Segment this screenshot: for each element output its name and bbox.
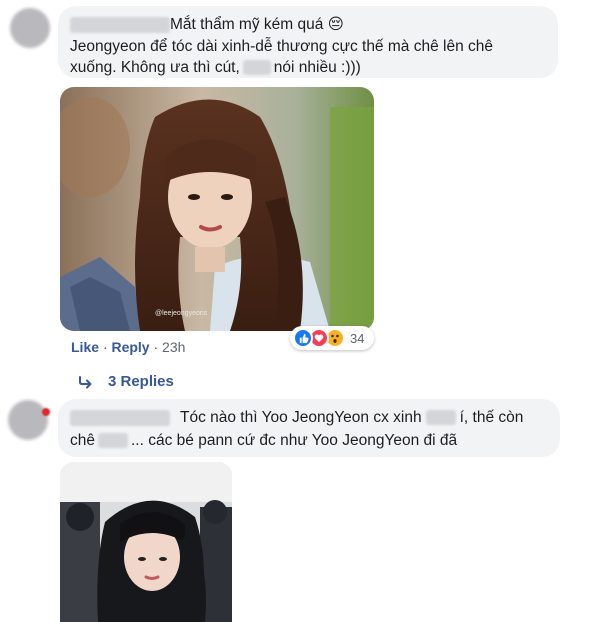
like-icon — [293, 328, 313, 348]
comment-text-part: ... các bé pann cứ đc như Yoo JeongYeon … — [131, 432, 458, 449]
replies-count-label[interactable]: 3 Replies — [108, 373, 174, 390]
comment-text-part: Tóc nào thì Yoo JeongYeon cx xinh — [180, 409, 422, 426]
commenter-avatar[interactable] — [10, 8, 50, 48]
photo-watermark: @leejeongyeons — [155, 310, 208, 317]
comment-photo[interactable]: @leejeongyeons — [60, 87, 374, 331]
comment-line-2: chê ... các bé pann cứ đc như Yoo JeongYe… — [70, 430, 457, 451]
redacted-word — [98, 433, 128, 449]
comment-text-part: í, thế còn — [459, 409, 524, 426]
avatar-badge — [42, 408, 50, 416]
redacted-commenter-name[interactable] — [70, 409, 170, 426]
comment-text: Mắt thẩm mỹ kém quá 😔 — [170, 16, 344, 33]
commenter-avatar[interactable] — [8, 400, 48, 440]
reaction-count: 34 — [350, 330, 365, 346]
comment-bubble: Mắt thẩm mỹ kém quá 😔 Jeongyeon để tóc d… — [58, 6, 558, 78]
reactions-summary[interactable]: 34 — [290, 326, 374, 350]
photo-illustration: @leejeongyeons — [60, 87, 374, 331]
reply-button[interactable]: Reply — [111, 339, 149, 355]
comment-text-part: chê — [70, 432, 95, 449]
comment-photo[interactable] — [60, 462, 232, 622]
comment-actions: Like · Reply · 23h — [71, 339, 185, 355]
redacted-commenter-name[interactable] — [70, 16, 170, 33]
view-replies-link[interactable]: 3 Replies — [78, 373, 174, 390]
photo-illustration — [60, 462, 232, 622]
comment-timestamp[interactable]: 23h — [162, 339, 185, 355]
comment-line-1: Mắt thẩm mỹ kém quá 😔 — [70, 14, 344, 35]
redacted-mention — [242, 60, 271, 76]
like-button[interactable]: Like — [71, 339, 99, 355]
comment-line-3: xuống. Không ưa thì cút, nói nhiều :))) — [70, 57, 361, 78]
redacted-word — [425, 410, 456, 426]
separator: · — [153, 339, 163, 355]
reply-arrow-icon — [79, 375, 92, 388]
comment-bubble: Tóc nào thì Yoo JeongYeon cx xinh í, thế … — [58, 399, 560, 457]
comment-line-1: Tóc nào thì Yoo JeongYeon cx xinh í, thế … — [70, 407, 523, 428]
comment-line-2: Jeongyeon để tóc dài xinh-dễ thương cực … — [70, 38, 493, 55]
comment-text-part: nói nhiều :))) — [273, 59, 361, 76]
comment-text-part: xuống. Không ưa thì cút, — [70, 59, 240, 76]
